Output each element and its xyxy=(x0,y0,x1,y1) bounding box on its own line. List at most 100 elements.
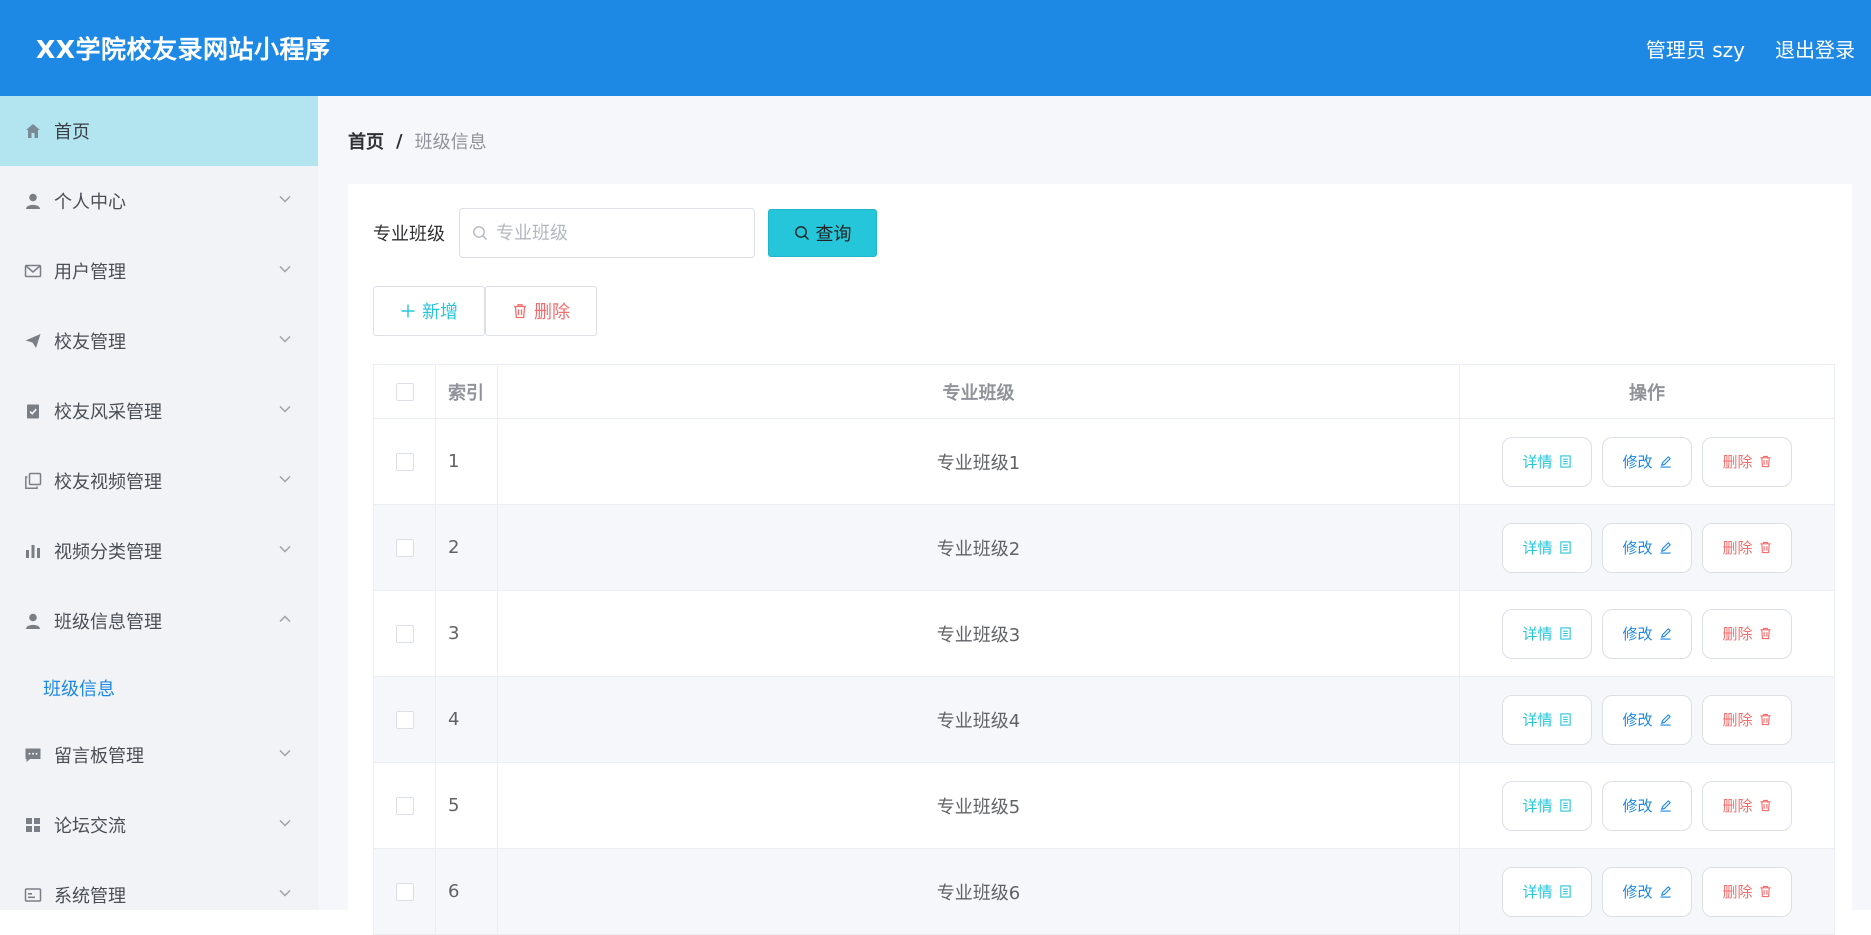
row-checkbox[interactable] xyxy=(395,710,414,729)
document-icon xyxy=(1559,627,1571,640)
sidebar-item-label: 校友视频管理 xyxy=(54,472,162,493)
row-index: 5 xyxy=(436,763,498,848)
batch-delete-button[interactable]: 删除 xyxy=(485,286,597,336)
main-content: 首页 / 班级信息 专业班级 查询 新增 删除 xyxy=(318,96,1871,935)
chevron-down-icon xyxy=(279,335,291,343)
row-checkbox-cell xyxy=(374,849,436,934)
current-user-label: 管理员 szy xyxy=(1645,37,1745,62)
delete-button-label: 删除 xyxy=(1722,711,1753,729)
add-button-label: 新增 xyxy=(422,302,458,323)
edit-button-label: 修改 xyxy=(1622,625,1653,643)
delete-button[interactable]: 删除 xyxy=(1702,866,1792,917)
sidebar-item-alumni-style[interactable]: 校友风采管理 xyxy=(0,376,318,446)
edit-button[interactable]: 修改 xyxy=(1602,694,1692,745)
row-checkbox-cell xyxy=(374,763,436,848)
delete-button[interactable]: 删除 xyxy=(1702,780,1792,831)
sidebar-item-class-info-management[interactable]: 班级信息管理 xyxy=(0,586,318,656)
search-input[interactable] xyxy=(496,222,736,244)
edit-button-label: 修改 xyxy=(1622,453,1653,471)
header-index: 索引 xyxy=(436,365,498,418)
row-class-name: 专业班级3 xyxy=(498,591,1460,676)
edit-button-label: 修改 xyxy=(1622,711,1653,729)
row-operations: 详情 修改 删除 xyxy=(1460,419,1834,504)
add-button[interactable]: 新增 xyxy=(373,286,485,336)
app-title: XX学院校友录网站小程序 xyxy=(36,35,331,64)
sidebar-item-forum[interactable]: 论坛交流 xyxy=(0,790,318,860)
row-operations: 详情 修改 删除 xyxy=(1460,763,1834,848)
sidebar-item-alumni[interactable]: 校友管理 xyxy=(0,306,318,376)
sidebar-item-label: 视频分类管理 xyxy=(54,542,162,563)
edit-button-label: 修改 xyxy=(1622,883,1653,901)
delete-button[interactable]: 删除 xyxy=(1702,608,1792,659)
row-index: 4 xyxy=(436,677,498,762)
edit-button[interactable]: 修改 xyxy=(1602,522,1692,573)
sidebar-item-message-board[interactable]: 留言板管理 xyxy=(0,720,318,790)
delete-button-label: 删除 xyxy=(1722,453,1753,471)
pencil-icon xyxy=(1659,800,1671,812)
row-checkbox[interactable] xyxy=(395,538,414,557)
select-all-checkbox[interactable] xyxy=(395,382,414,401)
edit-button[interactable]: 修改 xyxy=(1602,780,1692,831)
detail-button[interactable]: 详情 xyxy=(1502,436,1592,487)
trash-icon xyxy=(1759,713,1771,726)
table-row: 2 专业班级2 详情 修改 删除 xyxy=(374,505,1834,591)
row-operations: 详情 修改 删除 xyxy=(1460,677,1834,762)
header-user-area: 管理员 szy 退出登录 xyxy=(1646,34,1855,63)
detail-button-label: 详情 xyxy=(1522,883,1553,901)
delete-button[interactable]: 删除 xyxy=(1702,522,1792,573)
content-panel: 专业班级 查询 新增 删除 索引 专业班级 xyxy=(348,184,1852,935)
edit-button[interactable]: 修改 xyxy=(1602,866,1692,917)
bar-chart-icon xyxy=(22,540,44,562)
table-row: 1 专业班级1 详情 修改 删除 xyxy=(374,419,1834,505)
sidebar-item-alumni-video[interactable]: 校友视频管理 xyxy=(0,446,318,516)
row-checkbox[interactable] xyxy=(395,796,414,815)
logout-link[interactable]: 退出登录 xyxy=(1775,34,1855,63)
chevron-down-icon xyxy=(279,265,291,273)
detail-button[interactable]: 详情 xyxy=(1502,608,1592,659)
detail-button[interactable]: 详情 xyxy=(1502,694,1592,745)
row-checkbox[interactable] xyxy=(395,452,414,471)
search-field[interactable] xyxy=(459,208,755,258)
sidebar-item-home[interactable]: 首页 xyxy=(0,96,318,166)
table-header-row: 索引 专业班级 操作 xyxy=(374,365,1834,419)
edit-button[interactable]: 修改 xyxy=(1602,436,1692,487)
delete-button-label: 删除 xyxy=(1722,539,1753,557)
row-class-name: 专业班级1 xyxy=(498,419,1460,504)
user-icon xyxy=(22,610,44,632)
row-checkbox-cell xyxy=(374,677,436,762)
detail-button[interactable]: 详情 xyxy=(1502,866,1592,917)
sidebar-subitem-class-info[interactable]: 班级信息 xyxy=(0,656,318,720)
query-button[interactable]: 查询 xyxy=(768,209,877,257)
edit-button[interactable]: 修改 xyxy=(1602,608,1692,659)
search-icon xyxy=(473,226,487,240)
plus-icon xyxy=(401,304,415,318)
sidebar-item-profile[interactable]: 个人中心 xyxy=(0,166,318,236)
batch-delete-button-label: 删除 xyxy=(534,302,570,323)
chevron-down-icon xyxy=(279,889,291,897)
breadcrumb: 首页 / 班级信息 xyxy=(348,128,487,154)
delete-button[interactable]: 删除 xyxy=(1702,436,1792,487)
detail-button[interactable]: 详情 xyxy=(1502,780,1592,831)
row-checkbox[interactable] xyxy=(395,882,414,901)
chevron-down-icon xyxy=(279,475,291,483)
sidebar-item-system[interactable]: 系统管理 xyxy=(0,860,318,910)
row-checkbox-cell xyxy=(374,419,436,504)
sidebar-item-video-category[interactable]: 视频分类管理 xyxy=(0,516,318,586)
chevron-up-icon xyxy=(279,615,291,623)
sidebar: 首页 个人中心 用户管理 校友管理 校友风采管理 校友视频管理 视频分类管理 班… xyxy=(0,96,318,910)
breadcrumb-separator: / xyxy=(396,130,403,152)
detail-button[interactable]: 详情 xyxy=(1502,522,1592,573)
sidebar-item-label: 系统管理 xyxy=(54,886,126,907)
delete-button[interactable]: 删除 xyxy=(1702,694,1792,745)
trash-icon xyxy=(1759,799,1771,812)
class-info-table: 索引 专业班级 操作 1 专业班级1 详情 修改 删除 2 专业班级2 详情 修… xyxy=(373,364,1835,935)
row-checkbox[interactable] xyxy=(395,624,414,643)
sidebar-item-users[interactable]: 用户管理 xyxy=(0,236,318,306)
breadcrumb-home[interactable]: 首页 xyxy=(348,128,384,154)
row-class-name: 专业班级2 xyxy=(498,505,1460,590)
table-row: 6 专业班级6 详情 修改 删除 xyxy=(374,849,1834,935)
home-icon xyxy=(22,120,44,142)
header-checkbox-cell xyxy=(374,365,436,418)
delete-button-label: 删除 xyxy=(1722,883,1753,901)
search-bar: 专业班级 查询 xyxy=(373,208,877,258)
